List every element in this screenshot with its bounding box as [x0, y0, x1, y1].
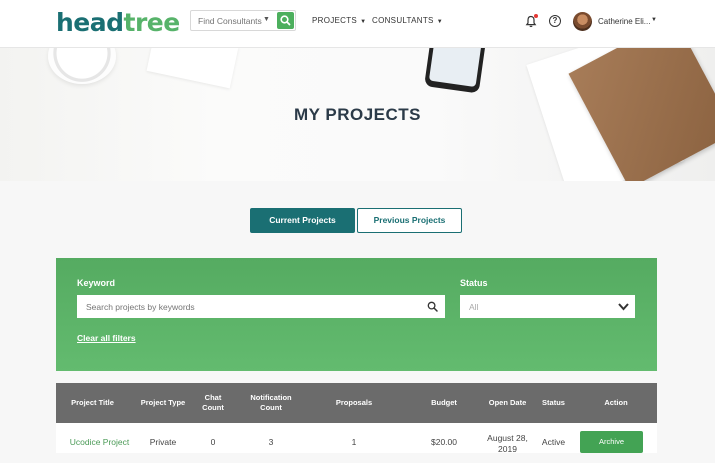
chevron-down-icon — [618, 303, 629, 311]
open-date: August 28, 2019 — [487, 433, 528, 454]
budget: $20.00 — [431, 436, 457, 447]
notification-dot — [534, 14, 538, 18]
top-header: headtree ▼ PROJECTS▼ CONSULTANTS▼ ? Cath… — [0, 0, 715, 48]
col-action: Action — [604, 398, 628, 407]
status-select[interactable]: All — [460, 295, 635, 318]
nav-consultants-label: CONSULTANTS — [372, 16, 434, 25]
paper-image — [146, 48, 239, 89]
proposals-count: 1 — [351, 436, 357, 447]
search-button[interactable] — [277, 12, 294, 29]
col-notification-count: Notification Count — [250, 393, 292, 412]
status-label: Status — [460, 278, 488, 288]
notification-count: 3 — [268, 436, 274, 447]
nav-projects-label: PROJECTS — [312, 16, 358, 25]
chat-count: 0 — [210, 436, 216, 447]
tab-previous-projects[interactable]: Previous Projects — [357, 208, 462, 233]
help-icon[interactable]: ? — [549, 15, 561, 27]
chevron-down-icon[interactable]: ▼ — [651, 17, 657, 23]
keyword-search — [77, 295, 445, 318]
status-text: Active — [541, 436, 566, 447]
avatar[interactable] — [573, 12, 592, 31]
search-icon[interactable] — [427, 301, 438, 312]
page-title: MY PROJECTS — [293, 105, 422, 124]
keyword-search-input[interactable] — [77, 295, 417, 318]
tab-current-projects[interactable]: Current Projects — [250, 208, 355, 233]
col-proposals: Proposals — [335, 398, 373, 407]
col-project-type: Project Type — [140, 398, 186, 407]
hero-banner: MY PROJECTS — [0, 48, 715, 181]
logo[interactable]: headtree — [56, 9, 180, 37]
logo-part-tree: tree — [123, 8, 181, 37]
user-name[interactable]: Catherine Eli... — [598, 17, 650, 26]
coffee-cup-image — [48, 48, 116, 84]
nav-consultants[interactable]: CONSULTANTS ▼ — [372, 16, 443, 25]
status-select-value: All — [469, 302, 479, 312]
project-title-link[interactable]: Ucodice Project — [62, 423, 137, 461]
col-project-title: Project Title — [71, 398, 114, 407]
col-chat-count: Chat Count — [202, 393, 224, 412]
project-type: Private — [149, 436, 177, 447]
filter-panel: Keyword Status All Clear all filters — [56, 258, 657, 371]
nav-projects[interactable]: PROJECTS ▼ — [312, 16, 366, 25]
projects-table-header: Project Title Project Type Chat Count No… — [56, 383, 657, 423]
chevron-down-icon[interactable]: ▼ — [263, 16, 270, 23]
col-budget: Budget — [431, 398, 457, 407]
chevron-down-icon: ▼ — [436, 19, 443, 25]
col-status: Status — [542, 398, 565, 407]
archive-button[interactable]: Archive — [580, 431, 643, 453]
search-icon — [280, 15, 291, 26]
col-open-date: Open Date — [488, 398, 527, 407]
phone-image — [424, 48, 487, 94]
keyword-label: Keyword — [77, 278, 116, 288]
logo-part-head: head — [56, 8, 124, 37]
clear-filters-link[interactable]: Clear all filters — [77, 333, 136, 343]
consultant-search: ▼ — [190, 10, 296, 31]
chevron-down-icon: ▼ — [360, 19, 367, 25]
